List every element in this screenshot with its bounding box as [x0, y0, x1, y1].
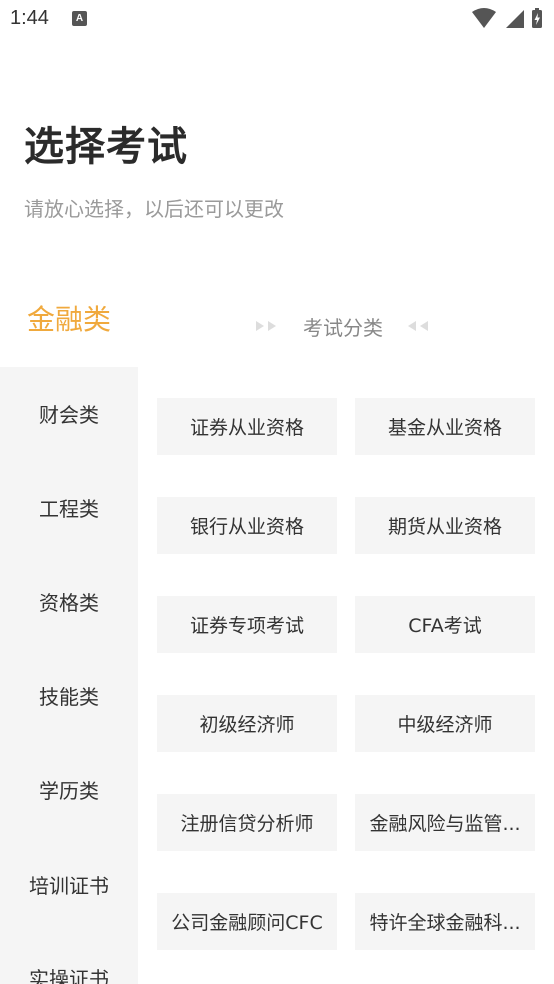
sidebar-item-xueli[interactable]: 学历类: [0, 771, 138, 811]
exam-card-label: 金融风险与监管...: [369, 813, 521, 835]
section-header: 考试分类: [255, 312, 431, 340]
status-icons: [472, 8, 542, 28]
sidebar-item-peixun[interactable]: 培训证书: [0, 866, 138, 906]
exam-card[interactable]: 银行从业资格: [157, 497, 337, 554]
sidebar-item-gongcheng[interactable]: 工程类: [0, 489, 138, 529]
exam-card[interactable]: 基金从业资格: [355, 398, 535, 455]
exam-card-label: 基金从业资格: [387, 417, 502, 439]
exam-card[interactable]: 证券从业资格: [157, 398, 337, 455]
exam-card-label: 公司金融顾问CFC: [171, 912, 323, 934]
category-sidebar: 财会类 工程类 资格类 技能类 学历类 培训证书 实操证书: [0, 367, 138, 984]
exam-card[interactable]: 期货从业资格: [355, 497, 535, 554]
exam-card[interactable]: 注册信贷分析师: [157, 794, 337, 851]
exam-card-label: 特许全球金融科...: [369, 912, 521, 934]
wifi-icon: [472, 8, 496, 28]
sidebar-item-zige[interactable]: 资格类: [0, 583, 138, 623]
sidebar-item-shicao[interactable]: 实操证书: [0, 959, 138, 984]
page-subtitle: 请放心选择，以后还可以更改: [24, 197, 284, 221]
exam-card-label: CFA考试: [408, 615, 482, 637]
battery-icon: [532, 8, 542, 28]
exam-card-label: 中级经济师: [397, 714, 493, 736]
page-title: 选择考试: [24, 124, 188, 170]
exam-card[interactable]: 证券专项考试: [157, 596, 337, 653]
double-arrow-left-icon: [408, 321, 428, 331]
exam-card-label: 初级经济师: [199, 714, 295, 736]
exam-card[interactable]: 特许全球金融科...: [355, 893, 535, 950]
double-arrow-right-icon: [256, 321, 276, 331]
current-category: 金融类: [27, 303, 112, 336]
status-bar: 1:44 A: [0, 0, 554, 38]
exam-card-label: 注册信贷分析师: [180, 813, 314, 835]
exam-card-label: 银行从业资格: [189, 516, 304, 538]
exam-card-label: 证券从业资格: [189, 417, 304, 439]
exam-card[interactable]: CFA考试: [355, 596, 535, 653]
exam-card[interactable]: 中级经济师: [355, 695, 535, 752]
notification-icon: A: [72, 11, 87, 26]
exam-card[interactable]: 初级经济师: [157, 695, 337, 752]
exam-card[interactable]: 金融风险与监管...: [355, 794, 535, 851]
sidebar-item-jineng[interactable]: 技能类: [0, 677, 138, 717]
exam-card-label: 期货从业资格: [387, 516, 502, 538]
signal-icon: [506, 10, 524, 28]
sidebar-item-caikui[interactable]: 财会类: [0, 395, 138, 435]
exam-card[interactable]: 公司金融顾问CFC: [157, 893, 337, 950]
status-time: 1:44: [10, 7, 49, 29]
section-label: 考试分类: [303, 315, 383, 340]
exam-card-label: 证券专项考试: [189, 615, 304, 637]
